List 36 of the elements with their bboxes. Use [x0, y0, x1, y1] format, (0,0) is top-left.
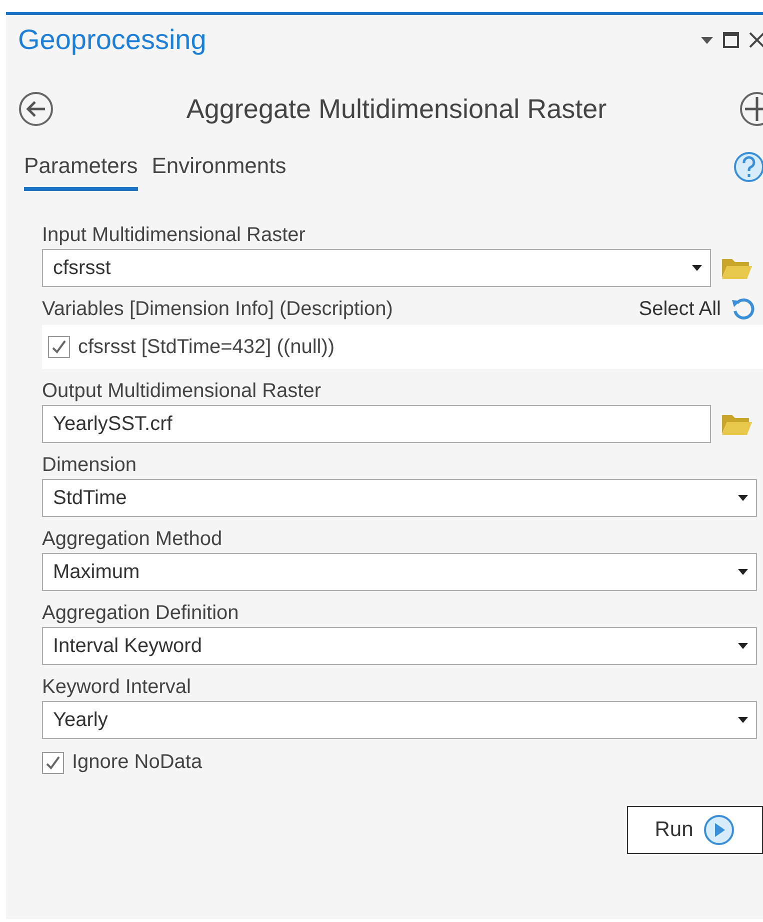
back-icon[interactable]: [18, 91, 54, 127]
caret-icon: [738, 717, 748, 723]
checkbox[interactable]: [48, 336, 70, 358]
field-label: Dimension: [42, 453, 138, 478]
tool-title: Aggregate Multidimensional Raster: [186, 94, 607, 124]
dropdown-icon[interactable]: [701, 36, 713, 44]
dropdown-field[interactable]: StdTime: [42, 479, 757, 517]
checkbox-label: Ignore NoData: [72, 751, 202, 774]
field-label: Variables [Dimension Info] (Description): [42, 297, 393, 322]
field-label: Aggregation Method: [42, 527, 224, 552]
refresh-icon: [731, 297, 755, 321]
dropdown-field[interactable]: Yearly: [42, 701, 757, 739]
field-label: Output Multidimensional Raster: [42, 379, 322, 404]
field-label: Input Multidimensional Raster: [42, 223, 306, 248]
text-field[interactable]: YearlySST.crf: [42, 405, 711, 443]
help-icon[interactable]: [733, 151, 763, 183]
caret-icon: [738, 495, 748, 501]
run-button[interactable]: Run: [627, 806, 763, 854]
pane-title: Geoprocessing: [18, 24, 206, 56]
checkbox[interactable]: [42, 752, 64, 774]
field-label: Keyword Interval: [42, 675, 192, 700]
field-label: Aggregation Definition: [42, 601, 240, 626]
close-icon[interactable]: [749, 32, 763, 48]
caret-icon: [738, 643, 748, 649]
dropdown-field[interactable]: cfsrsst: [42, 249, 711, 287]
select-all-button[interactable]: Select All: [638, 297, 755, 321]
caret-icon: [692, 265, 702, 271]
tab[interactable]: Environments: [152, 153, 286, 191]
maximize-icon[interactable]: [723, 32, 739, 48]
variable-item[interactable]: cfsrsst [StdTime=432] ((null)): [48, 336, 335, 358]
play-icon: [703, 814, 736, 846]
dropdown-field[interactable]: Maximum: [42, 553, 757, 591]
tab[interactable]: Parameters: [24, 153, 138, 191]
add-icon[interactable]: [739, 91, 763, 127]
dropdown-field[interactable]: Interval Keyword: [42, 627, 757, 665]
caret-icon: [738, 569, 748, 575]
